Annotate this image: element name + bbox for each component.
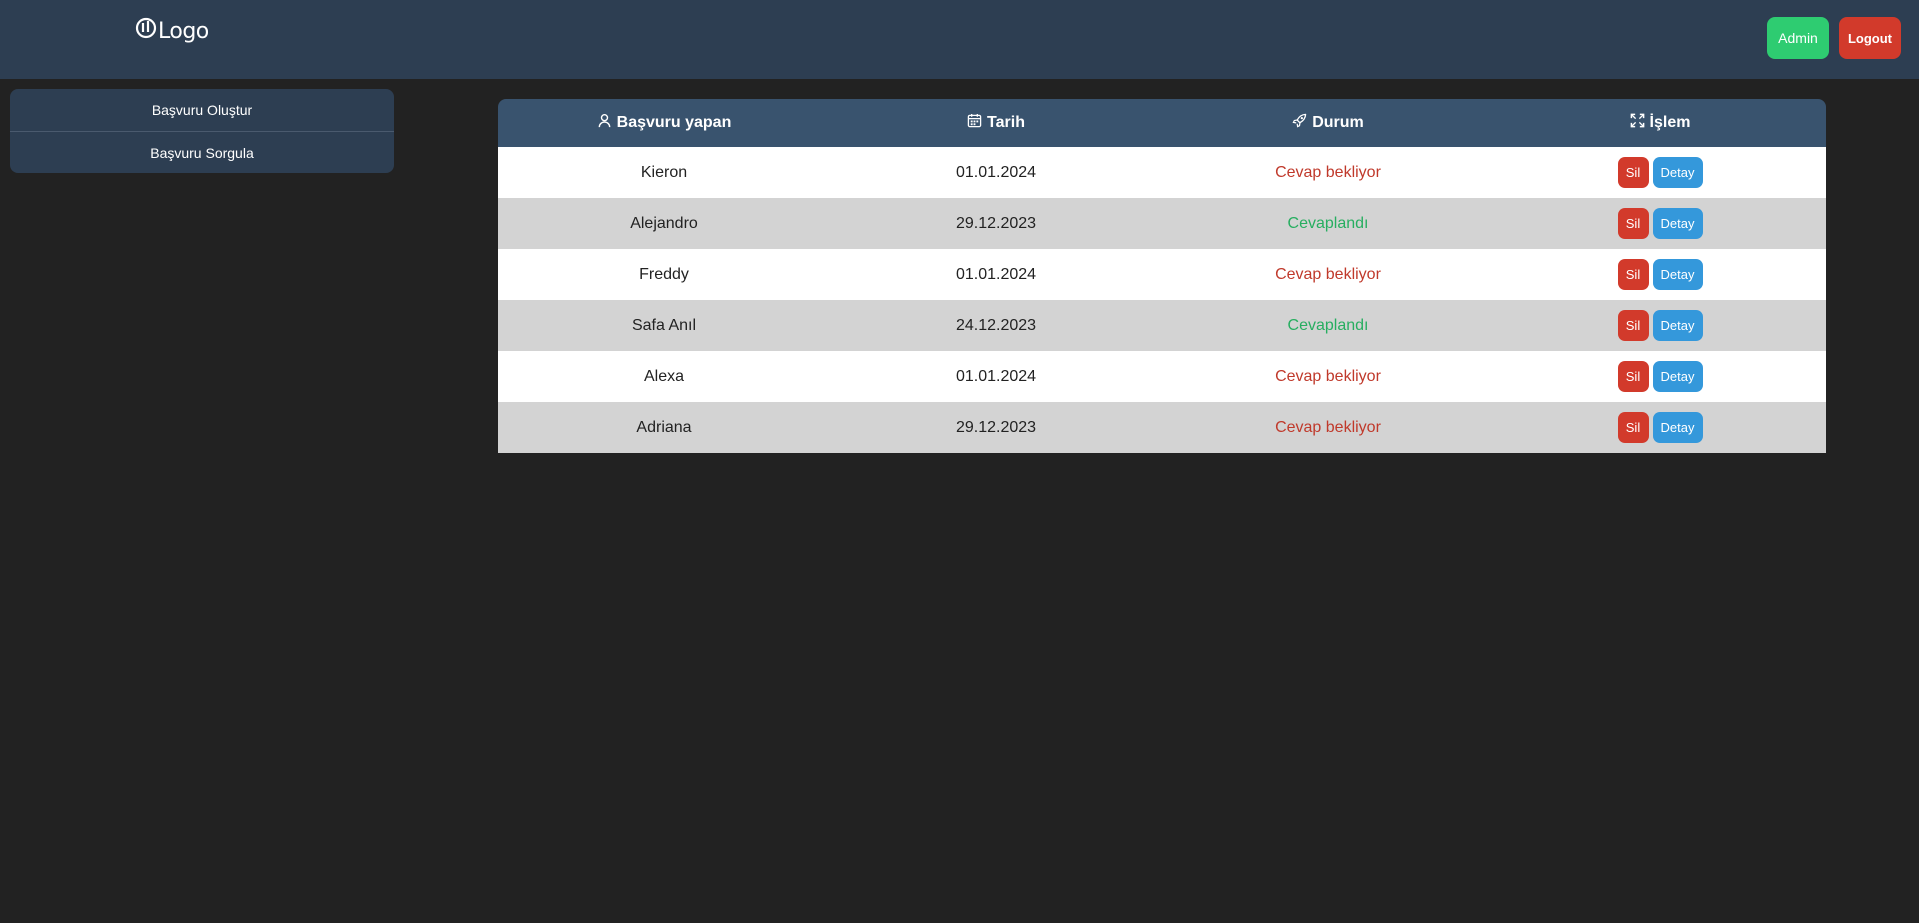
- actions-cell: Sil Detay: [1494, 198, 1826, 249]
- table-row: Adriana 29.12.2023 Cevap bekliyor Sil De…: [498, 402, 1826, 453]
- status-cell: Cevaplandı: [1287, 214, 1369, 232]
- applicant-cell: Kieron: [640, 163, 688, 181]
- actions-cell: Sil Detay: [1494, 249, 1826, 300]
- date-cell: 01.01.2024: [955, 265, 1037, 283]
- actions-cell: Sil Detay: [1494, 351, 1826, 402]
- delete-button[interactable]: Sil: [1617, 310, 1649, 341]
- calendar-icon: [967, 113, 982, 133]
- applicant-cell: Safa Anıl: [631, 316, 697, 334]
- actions-cell: Sil Detay: [1494, 402, 1826, 453]
- logo-icon: [135, 17, 158, 45]
- applicant-cell: Adriana: [636, 418, 692, 436]
- table-row: Kieron 01.01.2024 Cevap bekliyor Sil Det…: [498, 147, 1826, 198]
- logo[interactable]: Logo: [135, 17, 209, 45]
- user-icon: [597, 113, 612, 133]
- detail-button[interactable]: Detay: [1652, 208, 1703, 239]
- delete-button[interactable]: Sil: [1617, 361, 1649, 392]
- column-header-label: İşlem: [1649, 114, 1691, 131]
- date-cell: 29.12.2023: [955, 214, 1037, 232]
- date-cell: 01.01.2024: [955, 367, 1037, 385]
- table-row: Alexa 01.01.2024 Cevap bekliyor Sil Deta…: [498, 351, 1826, 402]
- applications-table: Başvuru yapan Tarih Durum İşlem Kieron 0…: [498, 99, 1826, 453]
- applicant-cell: Alexa: [643, 367, 685, 385]
- actions-cell: Sil Detay: [1494, 147, 1826, 198]
- detail-button[interactable]: Detay: [1652, 157, 1703, 188]
- status-cell: Cevap bekliyor: [1275, 163, 1381, 181]
- status-cell: Cevap bekliyor: [1275, 265, 1381, 283]
- detail-button[interactable]: Detay: [1652, 361, 1703, 392]
- status-cell: Cevaplandı: [1287, 316, 1369, 334]
- date-cell: 24.12.2023: [955, 316, 1037, 334]
- delete-button[interactable]: Sil: [1617, 412, 1649, 443]
- sidebar: Başvuru Oluştur Başvuru Sorgula: [10, 89, 394, 173]
- date-cell: 01.01.2024: [955, 163, 1037, 181]
- detail-button[interactable]: Detay: [1652, 412, 1703, 443]
- column-header-label: Tarih: [987, 114, 1025, 131]
- top-navbar: Logo Admin Logout: [0, 0, 1919, 79]
- table-row: Safa Anıl 24.12.2023 Cevaplandı Sil Deta…: [498, 300, 1826, 351]
- delete-button[interactable]: Sil: [1617, 259, 1649, 290]
- column-header-label: Durum: [1312, 114, 1364, 131]
- delete-button[interactable]: Sil: [1617, 157, 1649, 188]
- column-header-applicant: Başvuru yapan: [498, 99, 830, 147]
- actions-cell: Sil Detay: [1494, 300, 1826, 351]
- applicant-cell: Alejandro: [630, 214, 698, 232]
- rocket-icon: [1292, 113, 1307, 133]
- admin-button[interactable]: Admin: [1767, 17, 1829, 59]
- table-header-row: Başvuru yapan Tarih Durum İşlem: [498, 99, 1826, 147]
- status-cell: Cevap bekliyor: [1275, 367, 1381, 385]
- detail-button[interactable]: Detay: [1652, 259, 1703, 290]
- applicant-cell: Freddy: [639, 265, 689, 283]
- expand-icon: [1630, 113, 1645, 133]
- detail-button[interactable]: Detay: [1652, 310, 1703, 341]
- column-header-actions: İşlem: [1494, 99, 1826, 147]
- table-row: Freddy 01.01.2024 Cevap bekliyor Sil Det…: [498, 249, 1826, 300]
- logout-button[interactable]: Logout: [1839, 17, 1901, 59]
- sidebar-item-query-application[interactable]: Başvuru Sorgula: [10, 131, 394, 173]
- column-header-date: Tarih: [830, 99, 1162, 147]
- table-row: Alejandro 29.12.2023 Cevaplandı Sil Deta…: [498, 198, 1826, 249]
- date-cell: 29.12.2023: [955, 418, 1037, 436]
- column-header-label: Başvuru yapan: [616, 114, 732, 131]
- delete-button[interactable]: Sil: [1617, 208, 1649, 239]
- status-cell: Cevap bekliyor: [1275, 418, 1381, 436]
- logo-text: Logo: [158, 18, 209, 44]
- column-header-status: Durum: [1162, 99, 1494, 147]
- sidebar-item-create-application[interactable]: Başvuru Oluştur: [10, 89, 394, 131]
